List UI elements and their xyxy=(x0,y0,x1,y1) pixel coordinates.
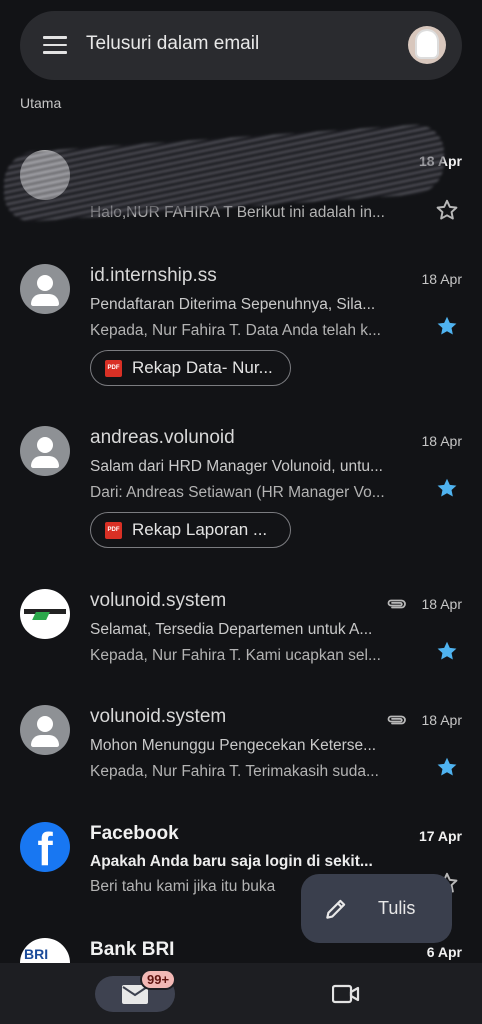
account-avatar[interactable] xyxy=(408,26,446,64)
sender-avatar xyxy=(20,426,70,476)
bottom-nav: 99+ xyxy=(0,963,482,1024)
email-date: 18 Apr xyxy=(421,271,462,287)
email-row[interactable]: volunoid.system 18 Apr Mohon Menunggu Pe… xyxy=(0,703,482,793)
email-snippet: Dari: Andreas Setiawan (HR Manager Vo... xyxy=(90,484,385,501)
email-row[interactable]: volunoid.system 18 Apr Selamat, Tersedia… xyxy=(0,587,482,677)
pdf-icon: PDF xyxy=(105,359,122,377)
email-row[interactable]: andreas.volunoid 18 Apr Salam dari HRD M… xyxy=(0,424,482,554)
sender-avatar xyxy=(20,705,70,755)
star-icon[interactable] xyxy=(434,313,460,339)
attachment-chip[interactable]: PDF Rekap Laporan ... xyxy=(90,512,291,548)
email-date: 6 Apr xyxy=(426,944,462,960)
email-subject: Pendaftaran Diterima Sepenuhnya, Sila... xyxy=(90,296,376,313)
email-subject: Apakah Anda baru saja login di sekit... xyxy=(90,853,373,870)
email-sender: id.internship.ss xyxy=(90,265,217,286)
paperclip-icon xyxy=(387,715,406,725)
attachment-name: Rekap Data- Nur... xyxy=(132,358,273,377)
email-sender: Bank BRI xyxy=(90,939,175,960)
email-date: 17 Apr xyxy=(418,828,462,844)
compose-label: Tulis xyxy=(378,898,416,918)
pdf-icon: PDF xyxy=(105,521,122,539)
email-row[interactable]: id.internship.ss 18 Apr Pendaftaran Dite… xyxy=(0,262,482,392)
email-sender: Facebook xyxy=(90,823,179,844)
video-icon[interactable] xyxy=(332,983,360,1005)
search-input[interactable] xyxy=(86,33,386,55)
unread-badge: 99+ xyxy=(140,969,177,990)
section-label: Utama xyxy=(20,95,62,111)
email-date: 18 Apr xyxy=(421,712,462,728)
email-snippet: Kepada, Nur Fahira T. Terimakasih suda..… xyxy=(90,763,379,780)
sender-avatar xyxy=(20,589,70,639)
email-snippet: Kepada, Nur Fahira T. Kami ucapkan sel..… xyxy=(90,647,381,664)
menu-icon[interactable] xyxy=(43,36,67,54)
email-subject: Salam dari HRD Manager Volunoid, untu... xyxy=(90,458,383,475)
email-sender: volunoid.system xyxy=(90,706,227,727)
star-icon[interactable] xyxy=(434,638,460,664)
email-sender: andreas.volunoid xyxy=(90,427,235,448)
sender-avatar xyxy=(20,264,70,314)
star-icon[interactable] xyxy=(434,197,460,223)
email-snippet: Kepada, Nur Fahira T. Data Anda telah k.… xyxy=(90,322,381,339)
email-subject: Selamat, Tersedia Departemen untuk A... xyxy=(90,621,373,638)
email-date: 18 Apr xyxy=(421,433,462,449)
star-icon[interactable] xyxy=(434,475,460,501)
email-subject: Mohon Menunggu Pengecekan Keterse... xyxy=(90,737,377,754)
facebook-logo: f xyxy=(20,822,70,872)
email-sender: volunoid.system xyxy=(90,590,227,611)
star-icon[interactable] xyxy=(434,754,460,780)
search-bar[interactable] xyxy=(20,11,462,80)
attachment-name: Rekap Laporan ... xyxy=(132,520,268,539)
email-snippet: Beri tahu kami jika itu buka xyxy=(90,878,276,895)
nav-mail-tab[interactable]: 99+ xyxy=(95,969,177,1012)
compose-button[interactable]: Tulis xyxy=(301,874,452,943)
attachment-chip[interactable]: PDF Rekap Data- Nur... xyxy=(90,350,291,386)
pencil-icon xyxy=(326,899,346,919)
email-date: 18 Apr xyxy=(421,596,462,612)
paperclip-icon xyxy=(387,599,406,609)
